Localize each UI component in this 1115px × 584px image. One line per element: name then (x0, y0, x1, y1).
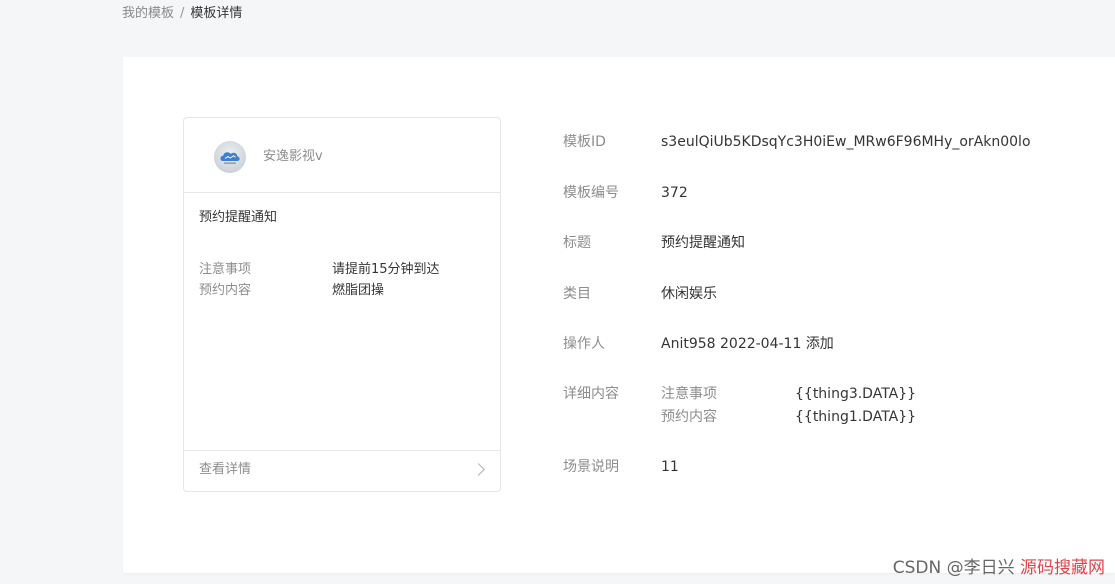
template-detail-panel: 安逸影视v 预约提醒通知 注意事项 请提前15分钟到达 预约内容 燃脂团操 查看… (123, 57, 1115, 573)
view-details-label: 查看详情 (199, 462, 252, 477)
title-label: 标题 (563, 235, 591, 251)
account-name: 安逸影视v (263, 149, 323, 164)
content-item-value: {{thing1.DATA}} (795, 409, 917, 425)
title-value: 预约提醒通知 (661, 235, 745, 251)
card-field-key: 预约内容 (199, 283, 252, 298)
card-title: 预约提醒通知 (199, 210, 278, 225)
watermark-overlay: 源码搜藏网 (1020, 558, 1105, 578)
template-no-value: 372 (661, 185, 688, 201)
scene-label: 场景说明 (563, 459, 619, 475)
breadcrumb-separator: / (180, 6, 185, 21)
content-item-key: 预约内容 (661, 409, 717, 425)
chevron-right-icon (472, 463, 485, 476)
operator-label: 操作人 (563, 336, 605, 352)
breadcrumb-my-templates[interactable]: 我的模板 (122, 6, 174, 21)
category-value: 休闲娱乐 (661, 286, 717, 302)
content-label: 详细内容 (563, 386, 619, 402)
template-id-value: s3eulQiUb5KDsqYc3H0iEw_MRw6F96MHy_orAkn0… (661, 134, 1031, 150)
template-preview-card: 安逸影视v 预约提醒通知 注意事项 请提前15分钟到达 预约内容 燃脂团操 查看… (183, 117, 501, 492)
breadcrumb-current: 模板详情 (190, 6, 243, 21)
csdn-watermark: CSDN @李日兴 源码搜藏网 (893, 558, 1105, 578)
operator-value: Anit958 2022-04-11 添加 (661, 336, 834, 352)
scene-value: 11 (661, 459, 679, 475)
watermark-text: CSDN @李日兴 (892, 558, 1015, 578)
cloud-logo-icon (214, 141, 246, 173)
breadcrumb: 我的模板 / 模板详情 (122, 5, 242, 23)
template-no-label: 模板编号 (563, 185, 619, 201)
card-field-value: 燃脂团操 (332, 283, 385, 298)
card-field-value: 请提前15分钟到达 (332, 262, 440, 277)
card-header: 安逸影视v (184, 118, 500, 193)
content-item-value: {{thing3.DATA}} (795, 386, 917, 402)
template-id-label: 模板ID (563, 134, 606, 150)
view-details-link[interactable]: 查看详情 (184, 450, 500, 491)
card-field-key: 注意事项 (199, 262, 252, 277)
content-item-key: 注意事项 (661, 386, 717, 402)
category-label: 类目 (563, 286, 591, 302)
